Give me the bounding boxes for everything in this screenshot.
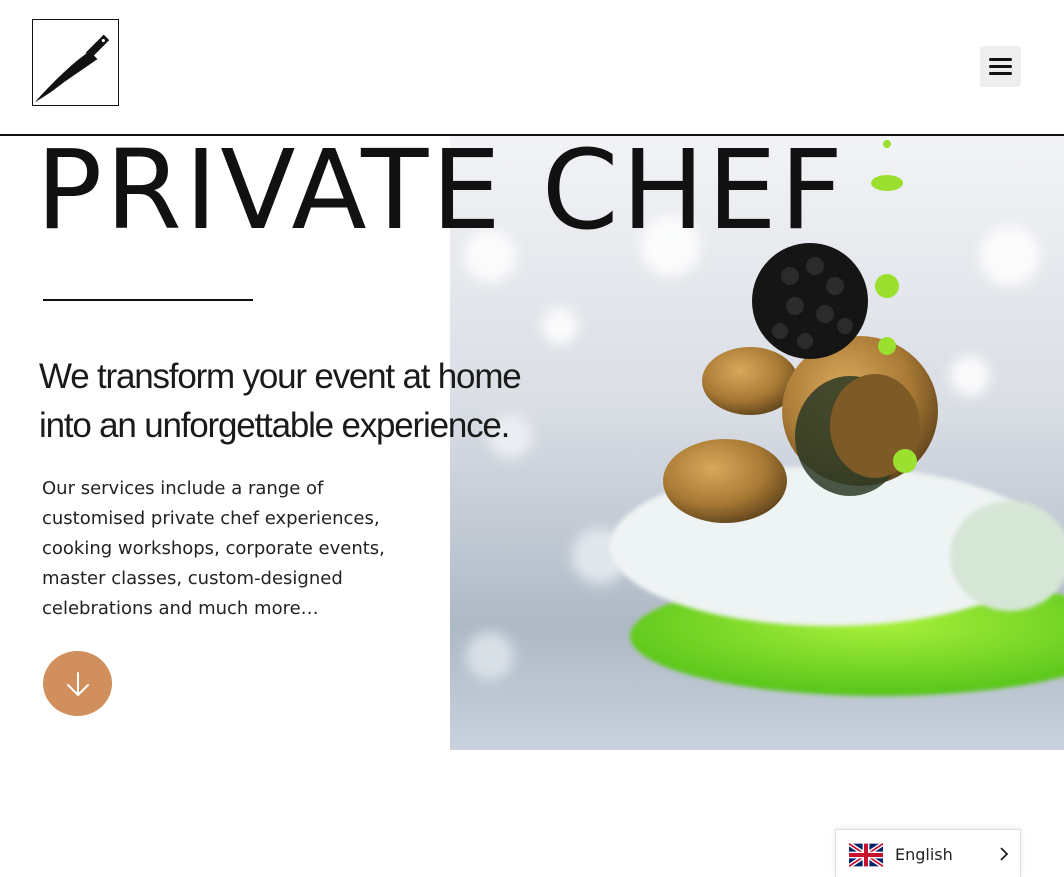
arrow-down-icon	[67, 672, 89, 696]
title-divider	[43, 299, 253, 301]
language-switcher[interactable]: English	[835, 829, 1021, 877]
subheading-line-1: We transform your event at home	[39, 357, 522, 396]
scroll-down-button[interactable]	[43, 651, 112, 716]
language-label: English	[895, 845, 953, 864]
site-header	[0, 0, 1064, 136]
menu-bar-icon	[989, 58, 1012, 61]
menu-bar-icon	[989, 65, 1012, 68]
chef-knife-logo[interactable]	[32, 19, 119, 106]
hero-description: Our services include a range of customis…	[42, 478, 385, 619]
hero-subheading: We transform your event at home into an …	[39, 352, 539, 450]
subheading-line-2: into an unforgettable experience.	[39, 406, 510, 445]
knife-icon	[34, 34, 110, 103]
page-title: PRIVATE CHEF	[36, 126, 847, 254]
uk-flag-icon	[849, 842, 883, 868]
menu-bar-icon	[989, 72, 1012, 75]
hamburger-menu-button[interactable]	[980, 46, 1021, 87]
chevron-right-icon	[1000, 847, 1009, 861]
